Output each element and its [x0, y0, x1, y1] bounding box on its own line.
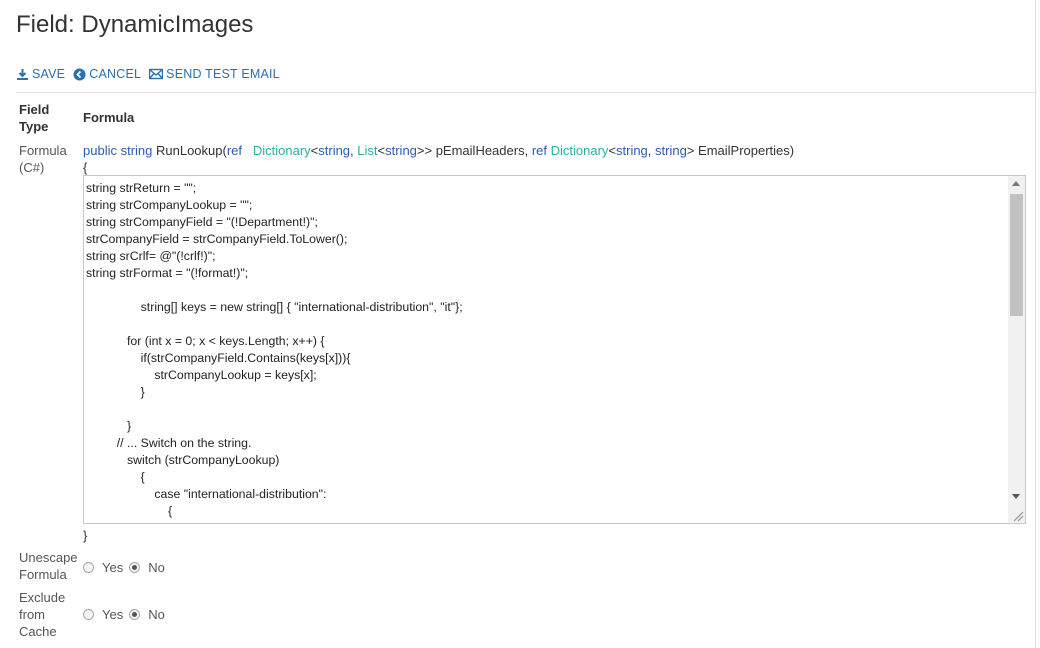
formula-row-label: Formula (C#) [19, 143, 67, 175]
sig-string1: string [120, 143, 153, 158]
method-signature: public string RunLookup(ref Dictionary<s… [83, 143, 794, 158]
sig-list: List [357, 143, 378, 158]
exclude-from-cache-label: Exclude from Cache [19, 590, 66, 639]
sig-comma2: , [647, 143, 656, 158]
formula-code-editor[interactable]: string strReturn = ""; string strCompany… [83, 175, 1026, 524]
download-icon [17, 68, 28, 80]
sig-string2: string [318, 143, 351, 158]
sig-lt3: < [608, 143, 616, 158]
toolbar: SAVE CANCEL SEND TEST EMAIL [16, 67, 288, 81]
scroll-up-icon[interactable] [1012, 181, 1020, 186]
send-test-email-label: SEND TEST EMAIL [166, 67, 280, 81]
send-test-email-button[interactable]: SEND TEST EMAIL [149, 67, 280, 81]
save-button[interactable]: SAVE [16, 67, 65, 81]
exclude-yes-radio[interactable] [83, 609, 94, 620]
scroll-down-icon[interactable] [1012, 494, 1020, 499]
sig-public: public [83, 143, 117, 158]
sig-ref1: ref [226, 143, 243, 158]
cancel-label: CANCEL [89, 67, 142, 81]
open-brace: { [83, 160, 88, 175]
toolbar-divider [16, 92, 1035, 93]
unescape-no-radio[interactable] [129, 562, 141, 573]
page-right-border [1035, 0, 1036, 648]
sig-string5: string [655, 143, 687, 158]
envelope-icon [149, 68, 164, 80]
exclude-yes-label: Yes [102, 607, 124, 622]
scrollbar-thumb[interactable] [1010, 194, 1023, 316]
unescape-yes-radio[interactable] [83, 562, 94, 573]
exclude-from-cache-radio-group: Yes No [83, 607, 171, 622]
sig-ref2: ref [531, 143, 547, 158]
sig-gt3: > EmailProperties) [686, 143, 795, 158]
unescape-no-label: No [148, 560, 165, 575]
sig-string4: string [616, 143, 648, 158]
formula-code-text[interactable]: string strReturn = ""; string strCompany… [84, 176, 1006, 523]
exclude-no-radio[interactable] [129, 609, 141, 620]
unescape-formula-radio-group: Yes No [83, 560, 171, 575]
sig-gt2: >> pEmailHeaders, [416, 143, 532, 158]
sig-method: RunLookup( [152, 143, 227, 158]
editor-scrollbar[interactable] [1008, 176, 1025, 523]
field-type-header: Field Type [19, 102, 50, 134]
sig-dict1: Dictionary [252, 143, 311, 158]
close-brace: } [83, 528, 88, 543]
cancel-button[interactable]: CANCEL [73, 67, 141, 81]
sig-string3: string [385, 143, 417, 158]
sig-dict2: Dictionary [550, 143, 609, 158]
unescape-formula-label: Unescape Formula [19, 550, 78, 582]
cancel-circle-icon [73, 68, 86, 80]
unescape-yes-label: Yes [102, 560, 124, 575]
sig-lt2: < [377, 143, 386, 158]
save-label: SAVE [32, 67, 66, 81]
exclude-no-label: No [148, 607, 165, 622]
page-title: Field: DynamicImages [16, 11, 254, 38]
resize-grip-icon[interactable] [1010, 508, 1024, 522]
formula-header: Formula [83, 110, 135, 125]
